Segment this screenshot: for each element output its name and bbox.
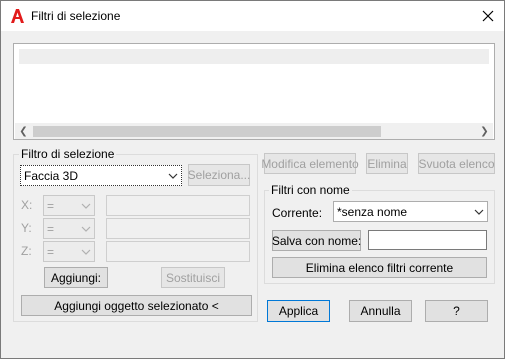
x-operator-value: = xyxy=(47,198,55,213)
current-filter-select[interactable]: *senza nome xyxy=(333,201,488,222)
selection-filters-dialog: Filtri di selezione ❮ ❯ Filtro di selezi… xyxy=(0,0,505,359)
cancel-button[interactable]: Annulla xyxy=(349,300,412,322)
z-operator-select[interactable]: = xyxy=(43,241,95,262)
chevron-down-icon xyxy=(81,226,91,232)
named-filters-group-label: Filtri con nome xyxy=(269,183,352,197)
scrollbar-thumb[interactable] xyxy=(33,126,381,137)
chevron-down-icon xyxy=(168,173,178,179)
chevron-down-icon xyxy=(474,209,484,215)
z-value-field[interactable] xyxy=(106,241,250,262)
select-button[interactable]: Seleziona... xyxy=(188,164,250,186)
chevron-down-icon xyxy=(81,203,91,209)
x-operator-select[interactable]: = xyxy=(43,195,95,216)
replace-button[interactable]: Sostituisci xyxy=(161,267,225,288)
save-as-button[interactable]: Salva con nome: xyxy=(272,230,361,251)
current-filter-value: *senza nome xyxy=(337,204,408,219)
app-icon xyxy=(9,8,25,24)
object-type-value: Faccia 3D xyxy=(24,168,79,183)
x-value-field[interactable] xyxy=(106,195,250,216)
add-button[interactable]: Aggiungi: xyxy=(44,267,108,288)
filter-list[interactable]: ❮ ❯ xyxy=(13,43,495,140)
window-title: Filtri di selezione xyxy=(31,9,121,23)
horizontal-scrollbar[interactable]: ❮ ❯ xyxy=(15,123,493,139)
apply-button[interactable]: Applica xyxy=(267,300,330,322)
z-operator-value: = xyxy=(47,244,55,259)
y-operator-select[interactable]: = xyxy=(43,218,95,239)
help-button[interactable]: ? xyxy=(425,300,488,322)
selection-filter-group-label: Filtro di selezione xyxy=(19,147,117,161)
current-label: Corrente: xyxy=(272,206,323,220)
x-label: X: xyxy=(21,198,33,212)
y-label: Y: xyxy=(21,221,32,235)
chevron-down-icon xyxy=(81,249,91,255)
delete-item-button[interactable]: Elimina xyxy=(366,153,408,174)
clear-list-button[interactable]: Svuota elenco xyxy=(418,153,495,174)
y-operator-value: = xyxy=(47,221,55,236)
close-icon xyxy=(482,10,493,22)
scroll-right-icon[interactable]: ❯ xyxy=(476,123,493,139)
close-button[interactable] xyxy=(471,1,504,31)
save-as-name-input[interactable] xyxy=(368,230,487,250)
scroll-left-icon[interactable]: ❮ xyxy=(15,123,32,139)
delete-current-filter-list-button[interactable]: Elimina elenco filtri corrente xyxy=(272,257,487,278)
list-item[interactable] xyxy=(19,49,489,64)
object-type-select[interactable]: Faccia 3D xyxy=(20,165,182,186)
add-selected-object-button[interactable]: Aggiungi oggetto selezionato < xyxy=(21,295,252,316)
z-label: Z: xyxy=(21,244,32,258)
y-value-field[interactable] xyxy=(106,218,250,239)
edit-item-button[interactable]: Modifica elemento xyxy=(261,153,359,174)
title-bar: Filtri di selezione xyxy=(1,1,504,31)
